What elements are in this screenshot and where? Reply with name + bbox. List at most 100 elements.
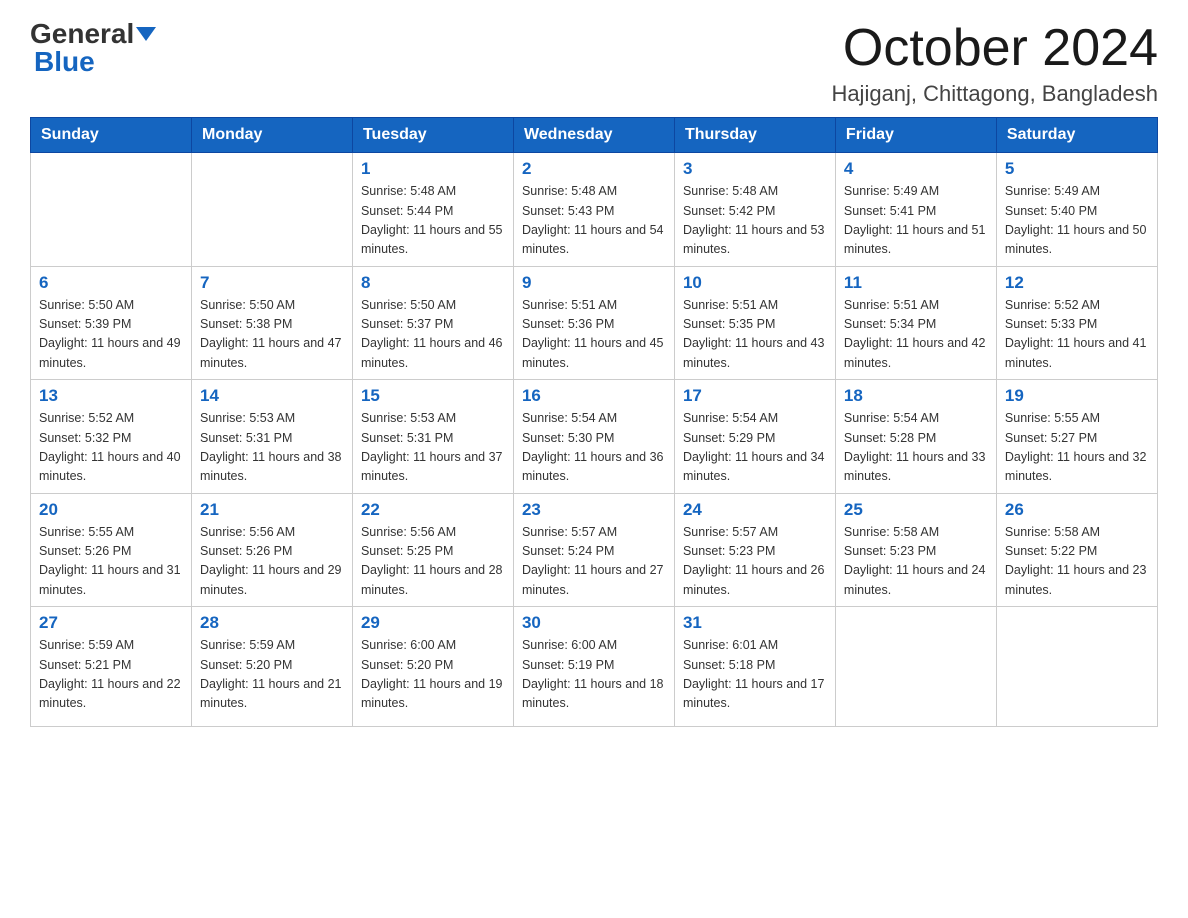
day-info: Sunrise: 5:54 AMSunset: 5:28 PMDaylight:… — [844, 409, 988, 487]
day-number: 27 — [39, 613, 183, 633]
day-info: Sunrise: 5:55 AMSunset: 5:26 PMDaylight:… — [39, 523, 183, 601]
header-sunday: Sunday — [31, 118, 192, 153]
day-info: Sunrise: 5:56 AMSunset: 5:25 PMDaylight:… — [361, 523, 505, 601]
day-info: Sunrise: 5:51 AMSunset: 5:36 PMDaylight:… — [522, 296, 666, 374]
day-number: 23 — [522, 500, 666, 520]
day-number: 14 — [200, 386, 344, 406]
day-info: Sunrise: 5:50 AMSunset: 5:37 PMDaylight:… — [361, 296, 505, 374]
table-row: 24 Sunrise: 5:57 AMSunset: 5:23 PMDayligh… — [674, 493, 835, 607]
table-row: 14 Sunrise: 5:53 AMSunset: 5:31 PMDayligh… — [191, 380, 352, 494]
day-number: 25 — [844, 500, 988, 520]
header-saturday: Saturday — [996, 118, 1157, 153]
table-row — [835, 607, 996, 727]
day-number: 9 — [522, 273, 666, 293]
day-number: 12 — [1005, 273, 1149, 293]
table-row: 26Sunrise: 5:58 AMSunset: 5:22 PMDayligh… — [996, 493, 1157, 607]
day-info: Sunrise: 5:59 AMSunset: 5:21 PMDaylight:… — [39, 636, 183, 714]
logo-triangle-icon — [136, 27, 156, 41]
day-number: 19 — [1005, 386, 1149, 406]
table-row: 8 Sunrise: 5:50 AMSunset: 5:37 PMDaylight… — [352, 266, 513, 380]
day-info: Sunrise: 5:48 AMSunset: 5:43 PMDaylight:… — [522, 182, 666, 260]
table-row — [191, 153, 352, 267]
table-row: 11 Sunrise: 5:51 AMSunset: 5:34 PMDayligh… — [835, 266, 996, 380]
calendar-header-row: Sunday Monday Tuesday Wednesday Thursday… — [31, 118, 1158, 153]
day-info: Sunrise: 6:01 AMSunset: 5:18 PMDaylight:… — [683, 636, 827, 714]
table-row: 4Sunrise: 5:49 AMSunset: 5:41 PMDaylight… — [835, 153, 996, 267]
day-number: 6 — [39, 273, 183, 293]
table-row: 6Sunrise: 5:50 AMSunset: 5:39 PMDaylight… — [31, 266, 192, 380]
table-row: 3 Sunrise: 5:48 AMSunset: 5:42 PMDaylight… — [674, 153, 835, 267]
month-title: October 2024 — [831, 20, 1158, 77]
day-number: 30 — [522, 613, 666, 633]
table-row: 31 Sunrise: 6:01 AMSunset: 5:18 PMDayligh… — [674, 607, 835, 727]
day-number: 5 — [1005, 159, 1149, 179]
table-row: 30 Sunrise: 6:00 AMSunset: 5:19 PMDayligh… — [513, 607, 674, 727]
day-number: 10 — [683, 273, 827, 293]
day-number: 18 — [844, 386, 988, 406]
table-row: 27 Sunrise: 5:59 AMSunset: 5:21 PMDayligh… — [31, 607, 192, 727]
table-row: 23 Sunrise: 5:57 AMSunset: 5:24 PMDayligh… — [513, 493, 674, 607]
day-number: 4 — [844, 159, 988, 179]
day-number: 11 — [844, 273, 988, 293]
day-info: Sunrise: 5:57 AMSunset: 5:24 PMDaylight:… — [522, 523, 666, 601]
day-number: 15 — [361, 386, 505, 406]
table-row: 19 Sunrise: 5:55 AMSunset: 5:27 PMDayligh… — [996, 380, 1157, 494]
day-number: 13 — [39, 386, 183, 406]
day-info: Sunrise: 5:48 AMSunset: 5:44 PMDaylight:… — [361, 182, 505, 260]
day-number: 7 — [200, 273, 344, 293]
table-row: 12 Sunrise: 5:52 AMSunset: 5:33 PMDayligh… — [996, 266, 1157, 380]
day-number: 28 — [200, 613, 344, 633]
day-number: 24 — [683, 500, 827, 520]
calendar-week-row: 13Sunrise: 5:52 AMSunset: 5:32 PMDayligh… — [31, 380, 1158, 494]
table-row: 25 Sunrise: 5:58 AMSunset: 5:23 PMDayligh… — [835, 493, 996, 607]
calendar-week-row: 20 Sunrise: 5:55 AMSunset: 5:26 PMDayligh… — [31, 493, 1158, 607]
day-number: 17 — [683, 386, 827, 406]
table-row: 29Sunrise: 6:00 AMSunset: 5:20 PMDayligh… — [352, 607, 513, 727]
day-number: 3 — [683, 159, 827, 179]
day-number: 21 — [200, 500, 344, 520]
day-info: Sunrise: 5:49 AMSunset: 5:40 PMDaylight:… — [1005, 182, 1149, 260]
day-info: Sunrise: 5:59 AMSunset: 5:20 PMDaylight:… — [200, 636, 344, 714]
day-info: Sunrise: 5:54 AMSunset: 5:30 PMDaylight:… — [522, 409, 666, 487]
logo-blue: Blue — [30, 48, 95, 76]
table-row: 9 Sunrise: 5:51 AMSunset: 5:36 PMDaylight… — [513, 266, 674, 380]
day-number: 1 — [361, 159, 505, 179]
table-row: 16 Sunrise: 5:54 AMSunset: 5:30 PMDayligh… — [513, 380, 674, 494]
table-row — [31, 153, 192, 267]
day-number: 20 — [39, 500, 183, 520]
calendar-week-row: 1 Sunrise: 5:48 AMSunset: 5:44 PMDaylight… — [31, 153, 1158, 267]
table-row: 20 Sunrise: 5:55 AMSunset: 5:26 PMDayligh… — [31, 493, 192, 607]
table-row: 2Sunrise: 5:48 AMSunset: 5:43 PMDaylight… — [513, 153, 674, 267]
day-info: Sunrise: 5:52 AMSunset: 5:33 PMDaylight:… — [1005, 296, 1149, 374]
day-info: Sunrise: 5:48 AMSunset: 5:42 PMDaylight:… — [683, 182, 827, 260]
table-row: 22Sunrise: 5:56 AMSunset: 5:25 PMDayligh… — [352, 493, 513, 607]
header-monday: Monday — [191, 118, 352, 153]
table-row: 15 Sunrise: 5:53 AMSunset: 5:31 PMDayligh… — [352, 380, 513, 494]
day-number: 8 — [361, 273, 505, 293]
logo-general: General — [30, 18, 134, 49]
day-info: Sunrise: 5:54 AMSunset: 5:29 PMDaylight:… — [683, 409, 827, 487]
table-row: 1 Sunrise: 5:48 AMSunset: 5:44 PMDaylight… — [352, 153, 513, 267]
day-info: Sunrise: 5:55 AMSunset: 5:27 PMDaylight:… — [1005, 409, 1149, 487]
day-info: Sunrise: 5:53 AMSunset: 5:31 PMDaylight:… — [361, 409, 505, 487]
table-row: 13Sunrise: 5:52 AMSunset: 5:32 PMDayligh… — [31, 380, 192, 494]
table-row: 18 Sunrise: 5:54 AMSunset: 5:28 PMDayligh… — [835, 380, 996, 494]
page-header: General Blue October 2024 Hajiganj, Chit… — [30, 20, 1158, 107]
day-info: Sunrise: 5:58 AMSunset: 5:23 PMDaylight:… — [844, 523, 988, 601]
day-number: 31 — [683, 613, 827, 633]
day-info: Sunrise: 5:58 AMSunset: 5:22 PMDaylight:… — [1005, 523, 1149, 601]
day-info: Sunrise: 5:53 AMSunset: 5:31 PMDaylight:… — [200, 409, 344, 487]
day-info: Sunrise: 6:00 AMSunset: 5:19 PMDaylight:… — [522, 636, 666, 714]
title-block: October 2024 Hajiganj, Chittagong, Bangl… — [831, 20, 1158, 107]
table-row: 10Sunrise: 5:51 AMSunset: 5:35 PMDayligh… — [674, 266, 835, 380]
table-row: 5 Sunrise: 5:49 AMSunset: 5:40 PMDaylight… — [996, 153, 1157, 267]
table-row: 17 Sunrise: 5:54 AMSunset: 5:29 PMDayligh… — [674, 380, 835, 494]
table-row: 28 Sunrise: 5:59 AMSunset: 5:20 PMDayligh… — [191, 607, 352, 727]
day-info: Sunrise: 5:56 AMSunset: 5:26 PMDaylight:… — [200, 523, 344, 601]
day-info: Sunrise: 5:57 AMSunset: 5:23 PMDaylight:… — [683, 523, 827, 601]
day-info: Sunrise: 6:00 AMSunset: 5:20 PMDaylight:… — [361, 636, 505, 714]
header-friday: Friday — [835, 118, 996, 153]
day-info: Sunrise: 5:51 AMSunset: 5:34 PMDaylight:… — [844, 296, 988, 374]
day-number: 16 — [522, 386, 666, 406]
table-row: 7Sunrise: 5:50 AMSunset: 5:38 PMDaylight… — [191, 266, 352, 380]
